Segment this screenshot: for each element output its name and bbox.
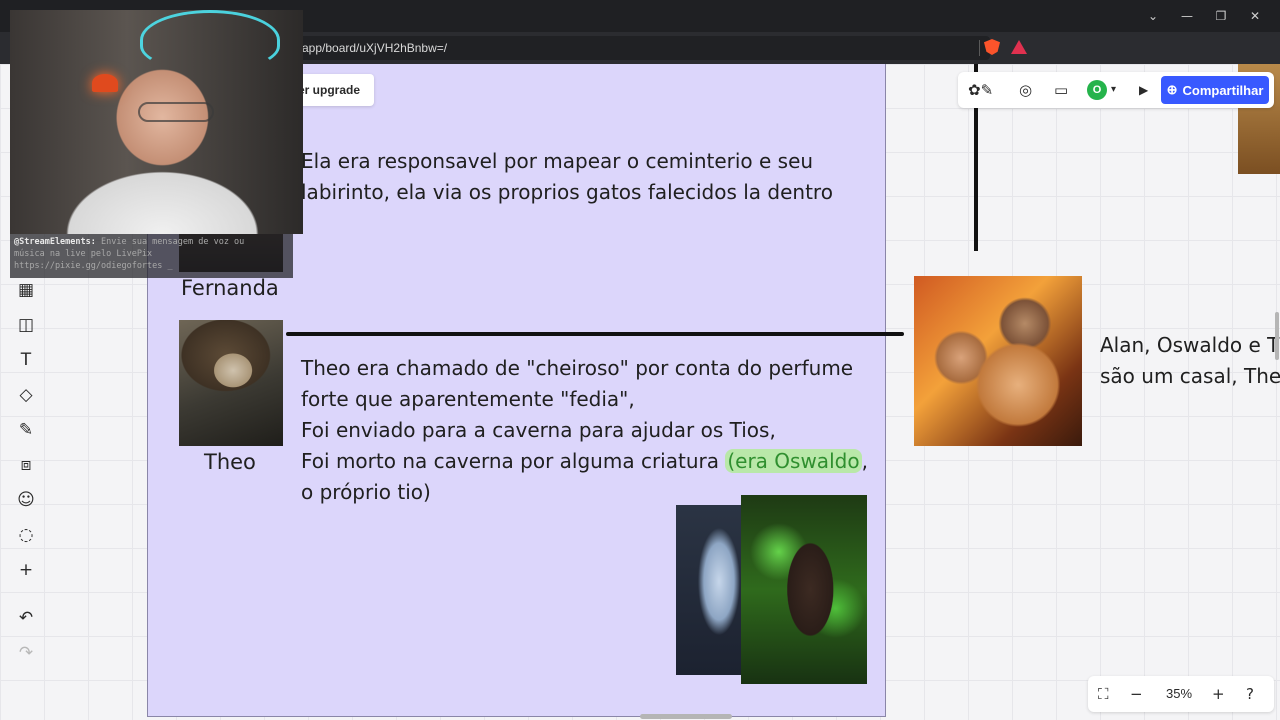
section-divider[interactable] bbox=[286, 332, 904, 336]
theo-line-4-suffix: , bbox=[861, 449, 868, 473]
zoom-in-icon[interactable]: + bbox=[1212, 685, 1225, 703]
share-button[interactable]: ⊕ Compartilhar bbox=[1161, 76, 1269, 104]
comment-tool-icon[interactable]: ◌ bbox=[8, 517, 44, 552]
left-toolbar: ▦ ◫ T ◇ ✎ ⧈ ☺ ◌ + bbox=[6, 272, 46, 587]
shapes-icon[interactable]: ◇ bbox=[8, 377, 44, 412]
fit-screen-icon[interactable]: ⛶ bbox=[1098, 685, 1109, 703]
chevron-down-icon[interactable]: ▾ bbox=[1111, 84, 1116, 95]
comment-icon[interactable]: ◎ bbox=[1019, 81, 1032, 99]
theo-line-4: Foi morto na caverna por alguma criatura… bbox=[301, 446, 868, 477]
video-icon[interactable]: ▭ bbox=[1054, 81, 1068, 99]
avatar[interactable]: O bbox=[1087, 80, 1107, 100]
undo-icon[interactable]: ↶ bbox=[8, 600, 44, 635]
relationship-line-1: Alan, Oswaldo e T bbox=[1100, 333, 1280, 357]
fernanda-name[interactable]: Fernanda bbox=[181, 276, 279, 300]
theo-name[interactable]: Theo bbox=[204, 450, 256, 474]
sticky-note-icon[interactable]: ◫ bbox=[8, 307, 44, 342]
theo-portrait[interactable] bbox=[179, 320, 283, 446]
close-icon[interactable]: ✕ bbox=[1238, 6, 1272, 26]
vertical-scrollbar[interactable] bbox=[1275, 312, 1279, 360]
theo-line-1: Theo era chamado de "cheiroso" por conta… bbox=[301, 356, 854, 380]
reactions-icon[interactable]: ✿✎ bbox=[968, 81, 993, 99]
text-icon[interactable]: T bbox=[8, 342, 44, 377]
neon-sign bbox=[140, 10, 280, 70]
chat-link: https://pixie.gg/odiegofortes _ bbox=[14, 261, 173, 271]
window-controls: ⌄ — ❐ ✕ bbox=[1136, 6, 1272, 26]
url-field[interactable]: app/board/uXjVH2hBnbw=/ bbox=[290, 36, 990, 60]
collab-toolbar: ✿✎ ◎ ▭ O ▾ ▶ ⊕ Compartilhar bbox=[958, 72, 1274, 108]
pen-icon[interactable]: ✎ bbox=[8, 412, 44, 447]
horizontal-scrollbar[interactable] bbox=[640, 714, 732, 719]
url-text: app/board/uXjVH2hBnbw=/ bbox=[302, 41, 448, 55]
redo-icon[interactable]: ↷ bbox=[8, 635, 44, 670]
theo-line-3: Foi enviado para a caverna para ajudar o… bbox=[301, 418, 776, 442]
url-separator bbox=[979, 40, 980, 56]
brave-rewards-icon[interactable] bbox=[1011, 40, 1027, 54]
zoom-out-icon[interactable]: − bbox=[1130, 685, 1143, 703]
add-icon[interactable]: + bbox=[8, 552, 44, 587]
chat-message-1: Envie sua mensagem de voz ou bbox=[95, 237, 245, 247]
undo-redo-group: ↶ ↷ bbox=[6, 600, 46, 670]
group-portrait-image[interactable] bbox=[914, 276, 1082, 446]
cave-creature-image[interactable] bbox=[741, 495, 867, 684]
highlighted-text: (era Oswaldo bbox=[725, 449, 862, 473]
theo-description[interactable]: Theo era chamado de "cheiroso" por conta… bbox=[301, 353, 868, 508]
lamp bbox=[92, 74, 118, 92]
help-icon[interactable]: ? bbox=[1246, 685, 1254, 703]
chat-line-1: @StreamElements: Envie sua mensagem de v… bbox=[14, 237, 244, 247]
globe-icon: ⊕ bbox=[1166, 82, 1178, 97]
restore-icon[interactable]: ❐ bbox=[1204, 6, 1238, 26]
stream-chat-overlay: @StreamElements: Envie sua mensagem de v… bbox=[10, 234, 293, 278]
zoom-level[interactable]: 35% bbox=[1166, 686, 1192, 701]
fernanda-description[interactable]: Ela era responsavel por mapear o ceminte… bbox=[301, 146, 833, 208]
theo-line-4-prefix: Foi morto na caverna por alguma criatura bbox=[301, 449, 726, 473]
theo-line-2: forte que aparentemente "fedia", bbox=[301, 387, 635, 411]
chat-user: @StreamElements: bbox=[14, 237, 96, 247]
zoom-controls: ⛶ − 35% + ? bbox=[1088, 676, 1274, 712]
upgrade-button[interactable]: zer upgrade bbox=[292, 74, 374, 106]
share-label: Compartilhar bbox=[1182, 82, 1264, 98]
tab-list-icon[interactable]: ⌄ bbox=[1136, 6, 1170, 26]
webcam-overlay bbox=[10, 10, 303, 234]
glasses bbox=[138, 102, 214, 122]
minimize-icon[interactable]: — bbox=[1170, 6, 1204, 26]
chat-line-2: música na live pelo LivePix bbox=[14, 249, 153, 259]
frame-icon[interactable]: ⧈ bbox=[8, 447, 44, 482]
sticker-icon[interactable]: ☺ bbox=[8, 482, 44, 517]
relationship-note[interactable]: Alan, Oswaldo e T são um casal, Theo bbox=[1100, 330, 1280, 392]
relationship-line-2: são um casal, Theo bbox=[1100, 364, 1280, 388]
present-icon[interactable]: ▶ bbox=[1139, 83, 1148, 97]
